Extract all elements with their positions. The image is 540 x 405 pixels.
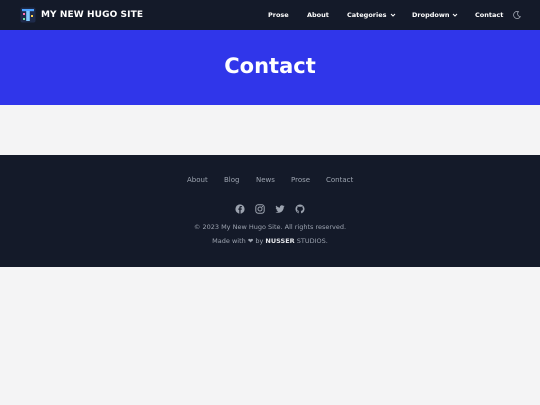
moon-icon[interactable] bbox=[513, 11, 521, 19]
footer-link-news[interactable]: News bbox=[256, 176, 275, 184]
nav-categories-dropdown[interactable]: Categories bbox=[347, 0, 396, 30]
chevron-down-icon bbox=[390, 13, 395, 17]
nav-label: About bbox=[307, 11, 329, 19]
made-with-text: Made with ❤ by NUSSER STUDIOS. bbox=[0, 237, 540, 245]
nav-about[interactable]: About bbox=[307, 0, 329, 30]
site-footer: About Blog News Prose Contact © 2023 My … bbox=[0, 155, 540, 267]
hero-banner: Contact bbox=[0, 30, 540, 105]
site-title: MY NEW HUGO SITE bbox=[41, 10, 144, 20]
nav-label: Prose bbox=[268, 11, 289, 19]
top-navbar: MY NEW HUGO SITE Prose About Categories … bbox=[0, 0, 540, 30]
twitter-icon[interactable] bbox=[275, 199, 285, 213]
chevron-down-icon bbox=[453, 13, 458, 17]
footer-link-about[interactable]: About bbox=[187, 176, 208, 184]
made-suffix: STUDIOS. bbox=[296, 237, 328, 245]
nav-label: Dropdown bbox=[412, 11, 450, 19]
nav-dropdown-menu[interactable]: Dropdown bbox=[412, 0, 458, 30]
nav-prose[interactable]: Prose bbox=[268, 0, 289, 30]
footer-link-blog[interactable]: Blog bbox=[224, 176, 239, 184]
facebook-icon[interactable] bbox=[235, 199, 245, 214]
made-prefix: Made with bbox=[212, 237, 246, 245]
nav-label: Categories bbox=[347, 11, 387, 19]
github-icon[interactable] bbox=[295, 199, 305, 214]
instagram-icon[interactable] bbox=[255, 199, 265, 214]
hugo-logo-icon bbox=[20, 7, 36, 23]
footer-link-prose[interactable]: Prose bbox=[291, 176, 310, 184]
studio-brand[interactable]: NUSSER bbox=[265, 237, 294, 245]
page-title: Contact bbox=[224, 54, 316, 78]
heart-icon: ❤ bbox=[247, 237, 254, 245]
nav-label: Contact bbox=[475, 11, 504, 19]
made-by: by bbox=[255, 237, 264, 245]
copyright-text: © 2023 My New Hugo Site. All rights rese… bbox=[193, 223, 347, 231]
brand-link[interactable]: MY NEW HUGO SITE bbox=[20, 7, 143, 23]
nav-contact[interactable]: Contact bbox=[475, 0, 503, 30]
footer-link-contact[interactable]: Contact bbox=[326, 176, 353, 184]
